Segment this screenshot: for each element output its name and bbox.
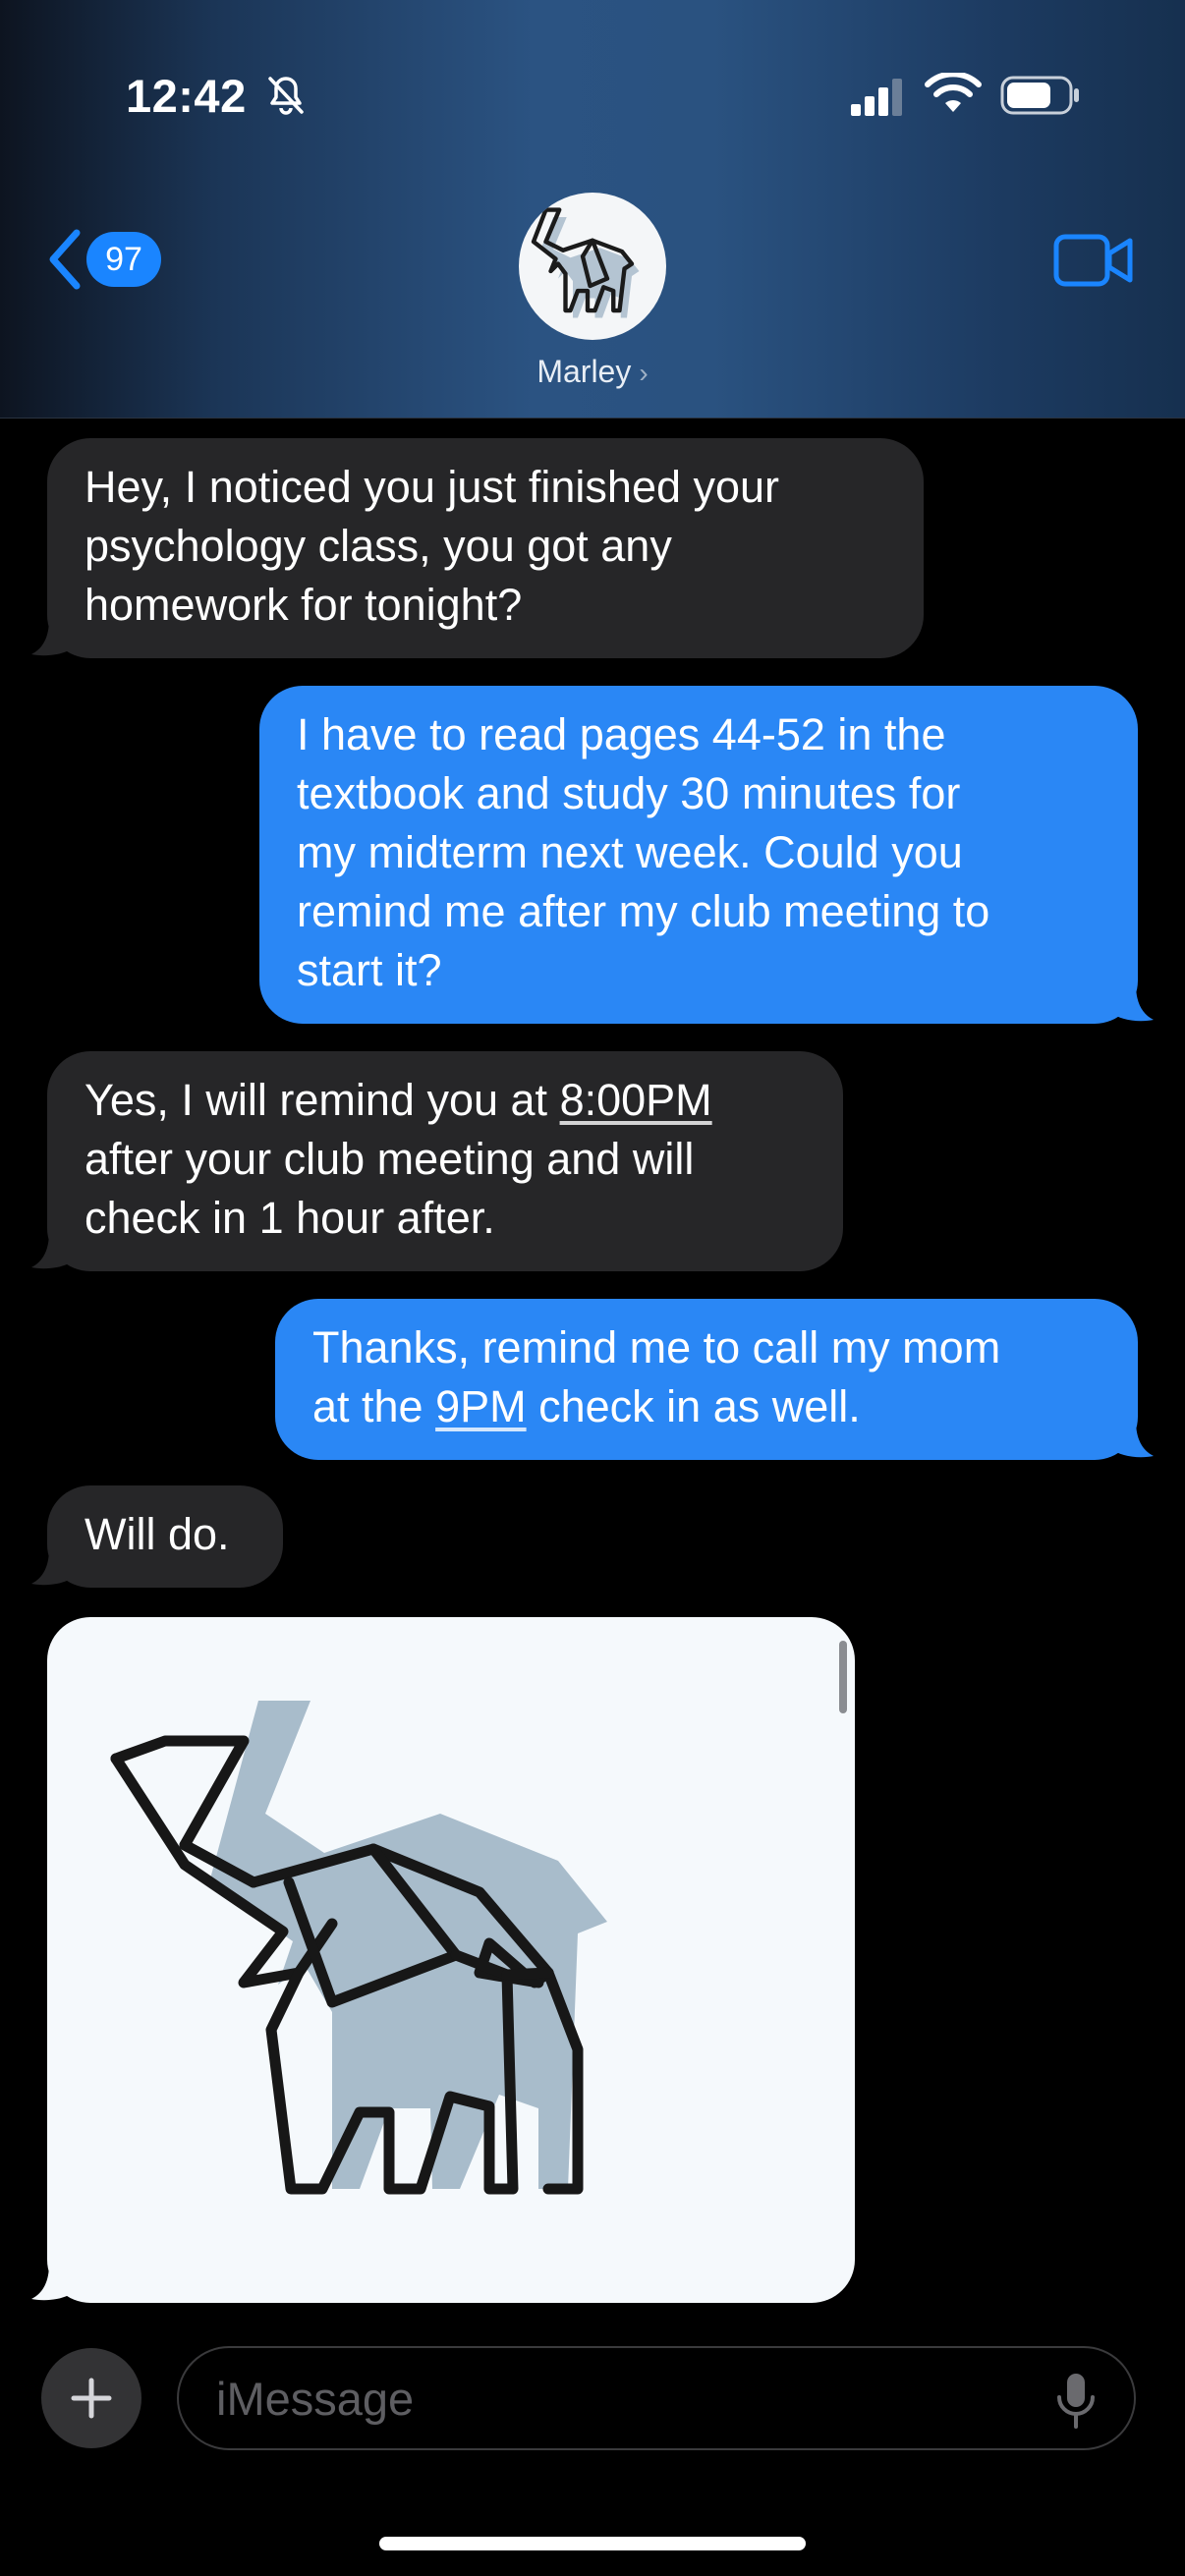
imessage-input[interactable]: iMessage [177,2346,1136,2450]
conversation-header: 12:42 97 Marley › [0,0,1185,419]
message-text: Will do. [85,1509,230,1559]
message-text: at the [312,1381,436,1431]
contact-avatar[interactable] [519,193,666,340]
message-text: check in as well. [526,1381,861,1431]
elephant-icon [110,1701,607,2195]
message-bubble-incoming[interactable]: Hey, I noticed you just finished your ps… [47,438,924,658]
plus-icon [71,2378,112,2419]
chevron-right-icon: › [639,358,649,388]
bubble-tail [31,1548,69,1586]
bubble-tail [31,619,69,656]
time-link[interactable]: 8:00PM [560,1075,712,1125]
chevron-left-icon [49,229,81,290]
image-scrollbar[interactable] [839,1641,847,1713]
message-text: after your club meeting and will [85,1134,695,1184]
message-text: remind me after my club meeting to [297,886,990,936]
status-time: 12:42 [126,70,247,122]
image-attachment[interactable] [47,1617,855,2303]
bell-slash-icon [268,77,304,115]
elephant-icon [531,207,640,318]
message-text: check in 1 hour after. [85,1193,495,1243]
message-text: Thanks, remind me to call my mom [312,1322,1001,1372]
message-text: Yes, I will remind you at [85,1075,560,1125]
bubble-tail [1116,984,1154,1022]
wifi-icon [925,73,982,112]
contact-name[interactable]: Marley › [0,354,1185,390]
message-text: homework for tonight? [85,580,523,630]
message-text: start it? [297,945,442,995]
message-text: my midterm next week. Could you [297,827,963,877]
message-text: textbook and study 30 minutes for [297,768,961,818]
home-indicator[interactable] [379,2537,806,2550]
microphone-icon[interactable] [1053,2372,1099,2431]
message-bubble-outgoing[interactable]: Thanks, remind me to call my mom at the … [275,1299,1138,1460]
unread-count-badge: 97 [86,232,161,287]
message-bubble-outgoing[interactable]: I have to read pages 44-52 in the textbo… [259,686,1138,1024]
time-link[interactable]: 9PM [435,1381,527,1431]
add-attachment-button[interactable] [41,2348,141,2448]
input-placeholder: iMessage [216,2372,415,2425]
video-call-icon[interactable] [1053,232,1134,289]
bubble-tail [31,1232,69,1269]
back-button[interactable]: 97 [45,224,173,295]
signal-icon [851,79,902,116]
message-bubble-incoming[interactable]: Will do. [47,1485,283,1588]
message-bubble-incoming[interactable]: Yes, I will remind you at 8:00PM after y… [47,1051,843,1271]
bubble-tail [1116,1421,1154,1458]
message-text: psychology class, you got any [85,521,672,571]
contact-name-label: Marley [536,354,632,389]
battery-icon [1000,76,1079,115]
message-text: Hey, I noticed you just finished your [85,462,780,512]
message-text: I have to read pages 44-52 in the [297,709,946,759]
bubble-tail [31,2264,69,2301]
